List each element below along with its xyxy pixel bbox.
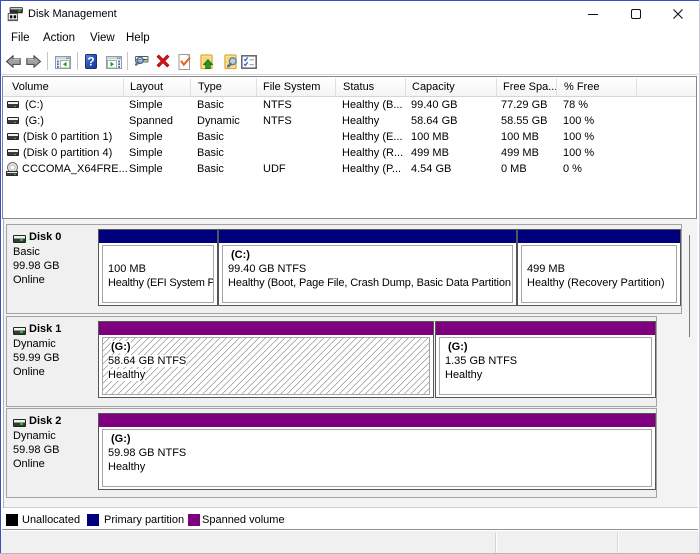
svg-text:?: ? [87, 55, 94, 69]
